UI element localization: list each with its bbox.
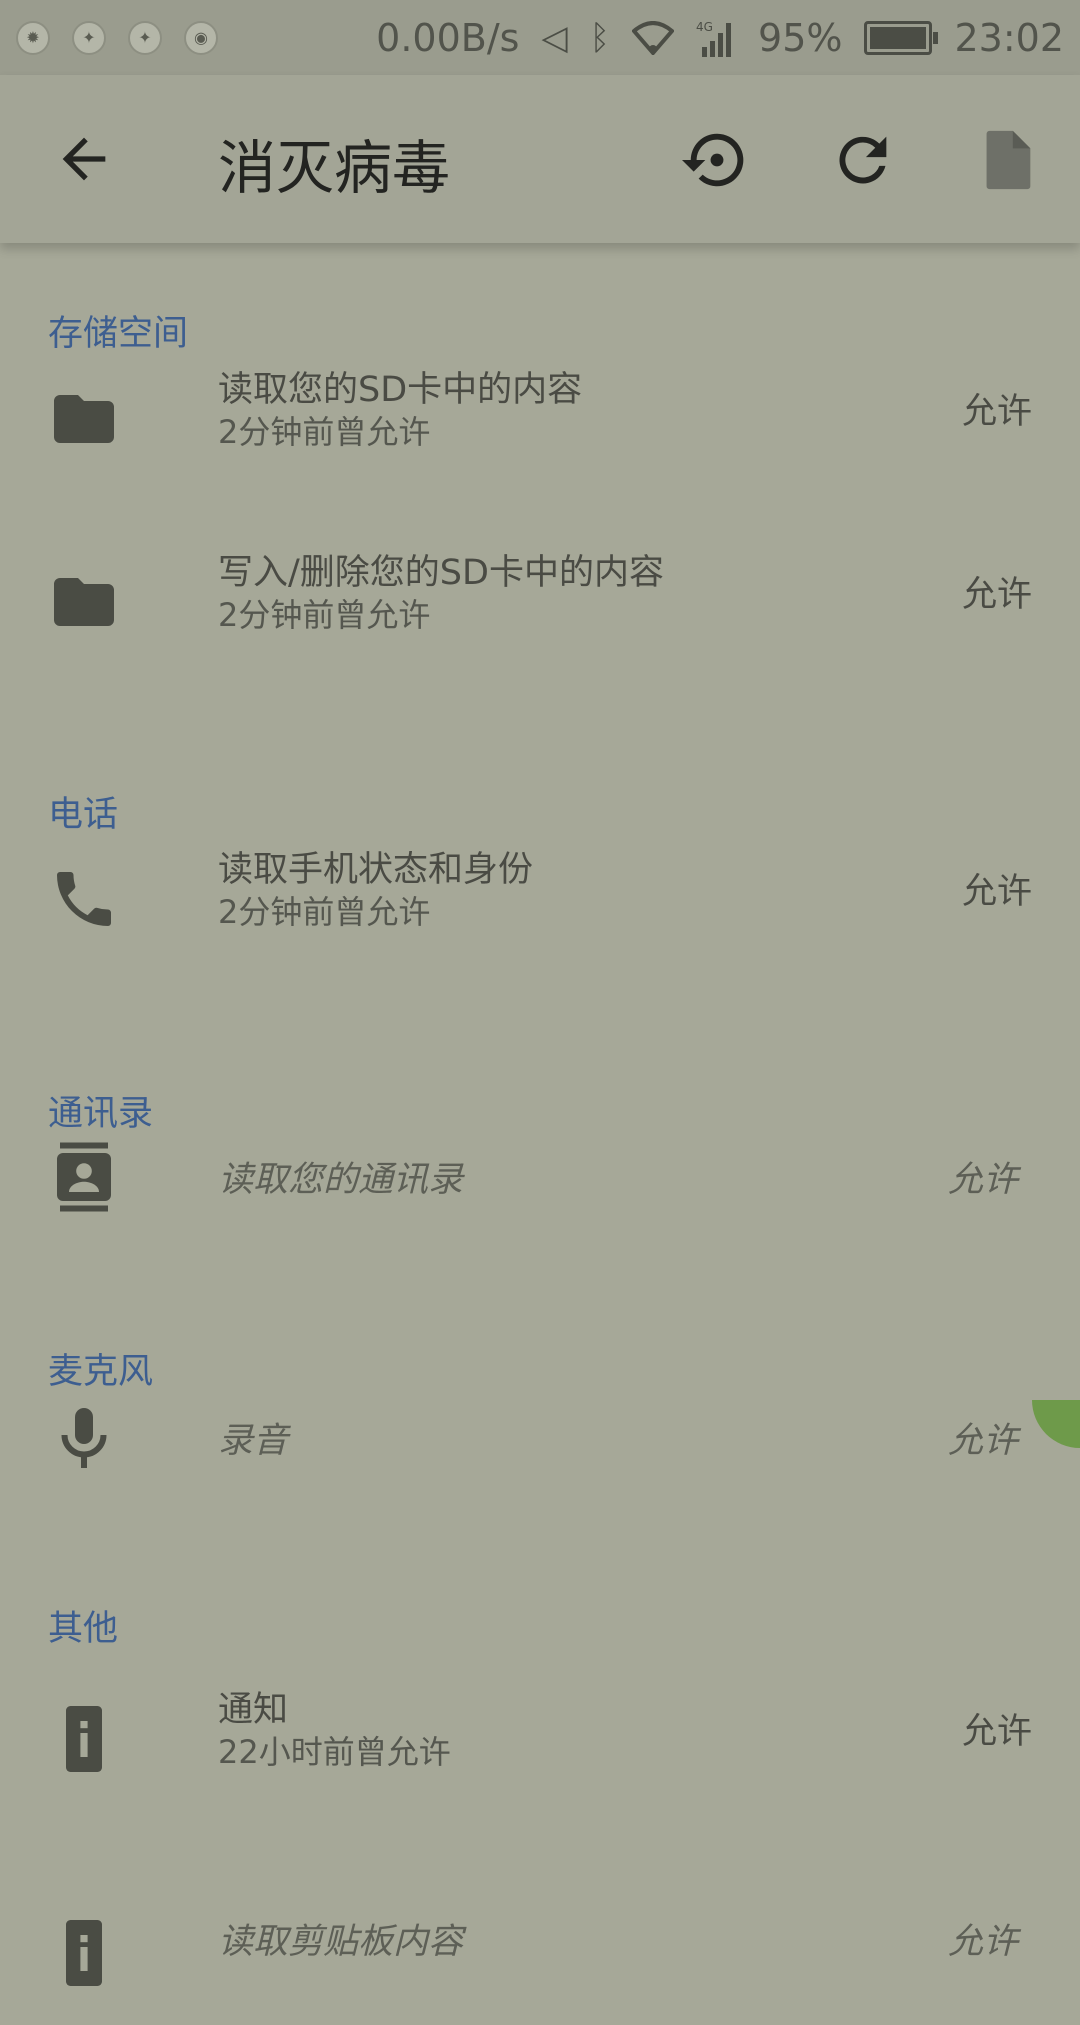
permission-status: 允许 (947, 1160, 1018, 1200)
permission-subtitle: 2分钟前曾允许 (218, 893, 431, 931)
restore-icon[interactable] (682, 125, 752, 195)
permission-title: 写入/删除您的SD卡中的内容 (218, 553, 664, 593)
eye-icon: ◉ (184, 20, 218, 55)
page-title: 消灭病毒 (218, 134, 451, 202)
document-icon[interactable] (972, 125, 1042, 195)
refresh-icon[interactable] (828, 125, 898, 195)
mute-icon: ◁ (541, 17, 568, 58)
permission-status: 允许 (961, 392, 1032, 432)
net-speed: 0.00B/s (376, 15, 520, 60)
permission-status: 允许 (947, 1421, 1018, 1461)
permissions-list: 存储空间 读取您的SD卡中的内容 2分钟前曾允许 允许 写入/删除您的SD卡中的… (0, 243, 1080, 1986)
permission-row-notification[interactable]: 通知 22小时前曾允许 允许 (0, 1661, 1080, 1811)
permission-status: 允许 (961, 575, 1032, 615)
permission-status: 允许 (947, 1922, 1018, 1962)
permission-row-phone-state[interactable]: 读取手机状态和身份 2分钟前曾允许 允许 (0, 821, 1080, 971)
permission-row-write-sd[interactable]: 写入/删除您的SD卡中的内容 2分钟前曾允许 允许 (0, 524, 1080, 674)
info-device-icon (66, 1920, 102, 1986)
back-arrow-icon[interactable] (52, 127, 116, 191)
permission-subtitle: 22小时前曾允许 (218, 1733, 451, 1771)
bluetooth-icon: ᛒ (589, 17, 611, 58)
permission-subtitle: 2分钟前曾允许 (218, 596, 431, 634)
permission-status: 允许 (961, 1712, 1032, 1752)
permission-title: 通知 (218, 1690, 289, 1730)
phone-icon (57, 872, 111, 926)
battery-icon (864, 20, 939, 55)
permission-title: 读取您的通讯录 (218, 1160, 464, 1200)
permission-row-read-sd[interactable]: 读取您的SD卡中的内容 2分钟前曾允许 允许 (0, 341, 1080, 491)
permission-title: 读取手机状态和身份 (218, 850, 534, 890)
clock: 23:02 (954, 15, 1064, 60)
permission-title: 录音 (218, 1421, 289, 1461)
battery-percent: 95% (758, 15, 843, 60)
permission-row-clipboard[interactable]: 读取剪贴板内容 允许 (0, 1875, 1080, 2025)
microphone-icon (61, 1408, 107, 1468)
dna-app-icon: ✦ (72, 20, 106, 55)
settings-icon: ✹ (16, 20, 50, 55)
permission-status: 允许 (961, 872, 1032, 912)
svg-text:4G: 4G (696, 20, 713, 34)
permission-title: 读取剪贴板内容 (218, 1922, 464, 1962)
folder-icon (54, 395, 114, 443)
permission-row-microphone[interactable]: 录音 允许 (0, 1360, 1080, 1510)
permission-subtitle: 2分钟前曾允许 (218, 413, 431, 451)
permission-title: 读取您的SD卡中的内容 (218, 370, 583, 410)
status-bar: ✹ ✦ ✦ ◉ 0.00B/s ◁ ᛒ 4G 95% 23:02 (0, 0, 1080, 75)
section-header-other: 其他 (48, 1609, 119, 1649)
info-device-icon (66, 1706, 102, 1772)
permission-row-contacts[interactable]: 读取您的通讯录 允许 (0, 1099, 1080, 1249)
contacts-icon (57, 1142, 111, 1212)
folder-icon (54, 578, 114, 626)
signal-4g-icon: 4G (696, 20, 732, 57)
app-bar: 消灭病毒 (0, 75, 1080, 243)
dna-app-icon: ✦ (128, 20, 162, 55)
wifi-icon (632, 20, 675, 55)
